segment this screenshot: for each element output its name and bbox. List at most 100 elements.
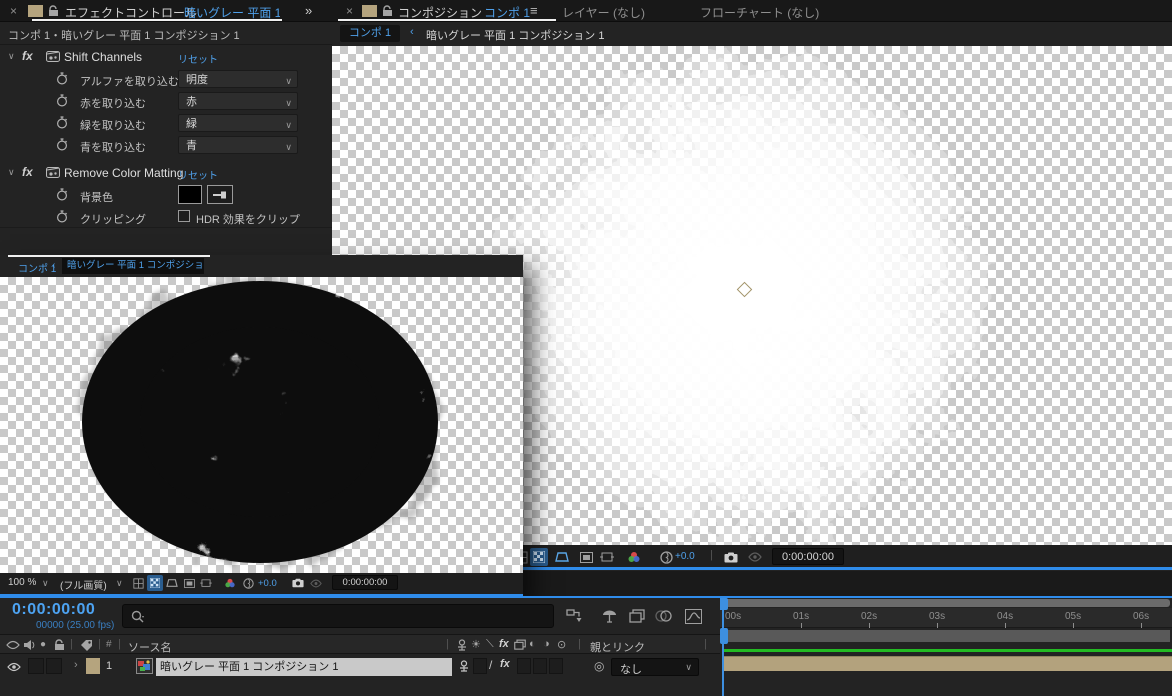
breadcrumb-comp[interactable]: コンポ 1	[18, 260, 56, 275]
channels-button[interactable]	[222, 575, 238, 591]
time-navigator-bar[interactable]	[724, 599, 1170, 607]
exposure-value[interactable]: +0.0	[675, 551, 695, 562]
layer-name-plate[interactable]: 暗いグレー 平面 1 コンポジション 1	[156, 658, 452, 676]
parent-dropdown[interactable]: なし ∨	[611, 658, 699, 676]
eyedropper-button[interactable]	[207, 185, 233, 204]
video-column-icon[interactable]	[6, 640, 20, 650]
snapshot-button[interactable]	[290, 575, 306, 591]
reset-link[interactable]: リセット	[178, 167, 218, 182]
parent-link-column-label[interactable]: 親とリンク	[590, 639, 645, 655]
exposure-value[interactable]: +0.0	[258, 578, 277, 589]
show-snapshot-button[interactable]	[746, 548, 764, 566]
takered-dropdown[interactable]: 赤 ∨	[178, 92, 298, 110]
breadcrumb-back-icon[interactable]: ‹	[410, 26, 414, 38]
breadcrumb-comp[interactable]: コンポ 1	[340, 25, 400, 42]
region-of-interest-button[interactable]	[577, 548, 595, 566]
stopwatch-icon[interactable]	[56, 72, 68, 85]
lock-column-icon[interactable]	[54, 639, 65, 651]
tab-flowchart[interactable]: フローチャート (なし)	[700, 4, 819, 21]
pixel-aspect-button[interactable]	[198, 575, 214, 591]
comp-mini-flowchart-button[interactable]	[564, 606, 586, 626]
lock-icon[interactable]	[48, 5, 59, 17]
collapse-chevron-icon[interactable]: ∨	[8, 51, 15, 62]
audio-column-icon[interactable]	[23, 639, 35, 651]
mask-visibility-button[interactable]	[553, 548, 571, 566]
layer-row[interactable]: › 1 暗いグレー 平面 1 コンポジション 1 / fx ◎ なし ∨	[0, 656, 720, 678]
stopwatch-icon[interactable]	[56, 138, 68, 151]
quality-column-icon[interactable]	[456, 639, 468, 651]
background-color-swatch[interactable]	[178, 185, 202, 204]
layer-switch-cell[interactable]	[533, 658, 547, 674]
layer-quality-icon[interactable]	[458, 660, 470, 672]
layer-video-eye-icon[interactable]	[7, 662, 21, 672]
layer-blend-cell[interactable]	[473, 658, 487, 674]
motionblur-column-icon[interactable]: ◐	[529, 638, 536, 650]
playhead-handle[interactable]	[720, 598, 728, 610]
layer-solo-cell[interactable]	[46, 658, 62, 674]
timeline-search-input[interactable]	[122, 604, 554, 628]
panel-overflow-icon[interactable]: »	[305, 3, 312, 18]
index-column-label[interactable]: #	[106, 639, 112, 650]
layer-draft-icon[interactable]: /	[489, 658, 492, 672]
hdr-clip-checkbox[interactable]	[178, 210, 190, 222]
breadcrumb-current-box[interactable]: 暗いグレー 平面 1 コンポジション 1	[62, 258, 204, 274]
solo-column-icon[interactable]: ●	[40, 639, 46, 650]
motion-blur-button[interactable]	[653, 606, 675, 626]
threed-column-icon[interactable]: ⊙	[557, 638, 566, 651]
float-timecode[interactable]: 0:00:00:00	[332, 575, 398, 590]
comp-timecode[interactable]: 0:00:00:00	[772, 548, 844, 565]
stopwatch-icon[interactable]	[56, 188, 68, 201]
layer-expander-icon[interactable]: ›	[74, 659, 78, 671]
resolution-select[interactable]: (フル画質)	[60, 577, 107, 592]
effect-name[interactable]: Remove Color Matting	[64, 166, 183, 180]
label-color-swatch[interactable]	[362, 5, 377, 17]
show-snapshot-button[interactable]	[308, 575, 324, 591]
panel-menu-icon[interactable]: ≡	[530, 3, 538, 18]
current-time-display[interactable]: 0:00:00:00	[12, 601, 95, 619]
breadcrumb-current[interactable]: 暗いグレー 平面 1 コンポジション 1	[426, 27, 604, 43]
parent-pickwhip-icon[interactable]: ◎	[594, 659, 604, 673]
tab-layer[interactable]: レイヤー (なし)	[562, 4, 645, 21]
takeblue-dropdown[interactable]: 青 ∨	[178, 136, 298, 154]
timeline-track-area[interactable]: 00s 01s 02s 03s 04s 05s 06s	[720, 598, 1172, 696]
adjustment-column-icon[interactable]: ◑	[543, 638, 550, 650]
layer-switch-cell[interactable]	[517, 658, 531, 674]
fx-column-icon[interactable]: fx	[499, 638, 509, 650]
close-icon[interactable]: ×	[10, 4, 17, 18]
grid-guides-button[interactable]	[130, 575, 146, 591]
playhead-line[interactable]	[722, 598, 724, 696]
reset-link[interactable]: リセット	[178, 51, 218, 66]
exposure-button[interactable]	[240, 575, 256, 591]
pixel-aspect-button[interactable]	[598, 548, 616, 566]
stopwatch-icon[interactable]	[56, 210, 68, 223]
fx-badge-icon[interactable]: fx	[22, 165, 33, 179]
zoom-select[interactable]: 100 %	[8, 577, 36, 588]
draft-3d-button[interactable]	[598, 606, 620, 626]
work-area-bar[interactable]	[724, 630, 1170, 642]
transparency-grid-button[interactable]	[530, 548, 548, 566]
snapshot-button[interactable]	[722, 548, 740, 566]
graph-editor-button[interactable]	[682, 606, 704, 626]
label-color-swatch[interactable]	[28, 5, 43, 17]
exposure-button[interactable]	[657, 548, 675, 566]
breadcrumb-back-icon[interactable]: ‹	[52, 260, 55, 271]
blend-column-icon[interactable]: ☀	[471, 638, 481, 651]
stopwatch-icon[interactable]	[56, 94, 68, 107]
mask-visibility-button[interactable]	[164, 575, 180, 591]
takealpha-dropdown[interactable]: 明度 ∨	[178, 70, 298, 88]
layer-label-swatch[interactable]	[86, 658, 100, 674]
region-of-interest-button[interactable]	[181, 575, 197, 591]
channels-button[interactable]	[625, 548, 643, 566]
label-column-icon[interactable]	[80, 639, 93, 651]
time-ruler[interactable]: 00s 01s 02s 03s 04s 05s 06s	[720, 608, 1172, 628]
draft-column-icon[interactable]: ⟍	[486, 638, 494, 651]
float-viewer-image[interactable]	[0, 277, 523, 573]
layer-duration-bar[interactable]	[723, 656, 1172, 671]
source-name-column-label[interactable]: ソース名	[128, 639, 171, 655]
stopwatch-icon[interactable]	[56, 116, 68, 129]
layer-audio-cell[interactable]	[28, 658, 44, 674]
transparency-grid-button[interactable]	[147, 575, 163, 591]
close-icon[interactable]: ×	[346, 4, 353, 18]
fx-badge-icon[interactable]: fx	[22, 49, 33, 63]
collapse-chevron-icon[interactable]: ∨	[8, 167, 15, 178]
